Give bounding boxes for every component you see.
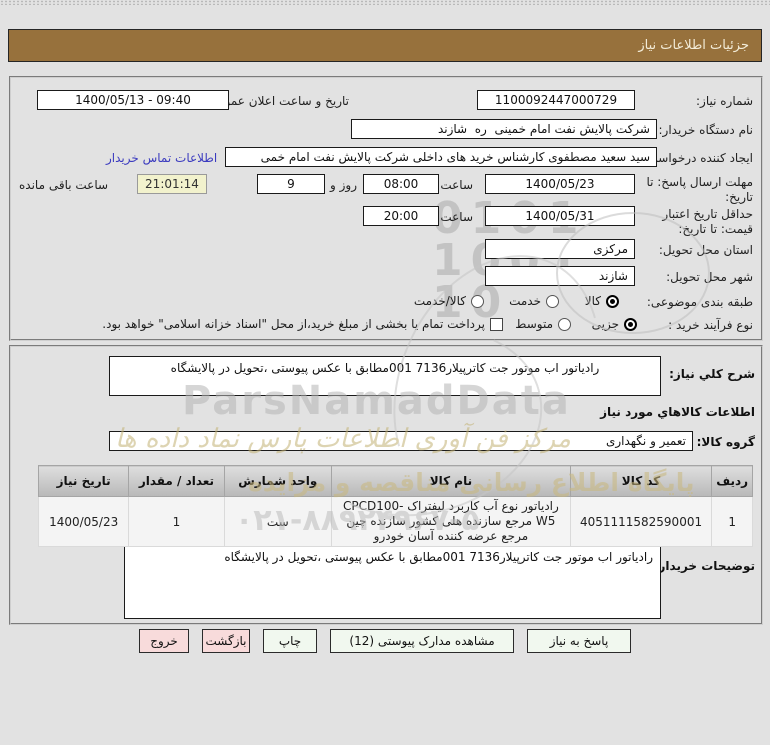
goods-table-header-row: ردیف کد کالا نام کالا واحد شمارش تعداد /… (37, 465, 753, 497)
need-number-input[interactable] (477, 90, 635, 110)
page-title-text: جزئیات اطلاعات نیاز (638, 38, 749, 53)
announce-datetime-input[interactable] (37, 90, 229, 110)
goods-info-heading: اطلاعات کالاهاي مورد نياز (600, 405, 755, 419)
treasury-checkbox-group[interactable]: پرداخت تمام یا بخشی از مبلغ خرید،از محل … (102, 317, 503, 331)
delivery-city-row: شهر محل تحویل: (11, 266, 761, 290)
response-deadline-label: مهلت ارسال پاسخ: تا تاریخ: (646, 175, 753, 204)
need-details-panel: شرح کلي نياز: رادیاتور اب موتور جت کاترپ… (9, 345, 763, 625)
price-validity-row: حداقل تاریخ اعتبار قیمت: تا تاریخ: ساعت (11, 206, 761, 240)
request-creator-row: ایجاد کننده درخواست: اطلاعات تماس خریدار (11, 147, 761, 171)
page-title: جزئیات اطلاعات نیاز (8, 29, 762, 62)
print-button[interactable]: چاپ (263, 629, 317, 653)
validity-date-input[interactable] (485, 206, 635, 226)
treasury-checkbox[interactable] (490, 317, 503, 331)
deadline-hour-label: ساعت (440, 178, 473, 192)
page-top-texture (0, 0, 770, 5)
hours-remaining-label: ساعت باقی مانده (19, 178, 109, 192)
goods-group-label: گروه کالا: (696, 435, 755, 449)
radio-goods-icon[interactable] (606, 294, 619, 308)
subject-classification-row: طبقه بندی موضوعی: کالا خدمت کالا/خدمت (11, 291, 761, 315)
need-number-row: شماره نیاز: تاریخ و ساعت اعلان عمومی: (11, 90, 761, 114)
radio-goods-service-icon[interactable] (471, 294, 484, 308)
days-and-label: روز و (330, 178, 357, 192)
col-goods-code: کد کالا (569, 465, 713, 497)
back-button[interactable]: بازگشت (202, 629, 250, 653)
request-creator-input[interactable] (225, 147, 657, 167)
respond-button[interactable]: پاسخ به نیاز (527, 629, 631, 653)
purchase-process-label: نوع فرآیند خرید : (668, 318, 753, 332)
buyer-org-input[interactable] (351, 119, 657, 139)
buyer-notes-label: توضيحات خريدار: (653, 559, 755, 573)
radio-goods-service-label: کالا/خدمت (413, 294, 466, 308)
cell-quantity: 1 (128, 496, 225, 547)
table-row: 1 4051111582590001 رادیاتور نوع آب کاربر… (37, 496, 753, 547)
col-count-unit: واحد شمارش (223, 465, 333, 497)
cell-need-date: 1400/05/23 (37, 496, 130, 547)
radio-medium-icon[interactable] (558, 317, 571, 331)
radio-service-icon[interactable] (546, 294, 559, 308)
cell-row-number: 1 (711, 496, 753, 547)
need-description-label: شرح کلي نياز: (669, 367, 755, 381)
general-info-panel: شماره نیاز: تاریخ و ساعت اعلان عمومی: نا… (9, 76, 763, 341)
treasury-checkbox-label: پرداخت تمام یا بخشی از مبلغ خرید،از محل … (102, 317, 485, 331)
col-goods-name: نام کالا (331, 465, 571, 497)
delivery-city-input[interactable] (485, 266, 635, 286)
need-description-textarea[interactable]: رادیاتور اب موتور جت کاترپیلار7136 001مط… (109, 356, 661, 396)
deadline-time-input[interactable] (363, 174, 439, 194)
validity-time-input[interactable] (363, 206, 439, 226)
delivery-province-row: استان محل تحویل: (11, 239, 761, 263)
deadline-date-input[interactable] (485, 174, 635, 194)
radio-medium-label: متوسط (515, 317, 553, 331)
request-creator-label: ایجاد کننده درخواست: (642, 151, 753, 165)
col-need-date: تاریخ نیاز (37, 465, 130, 497)
purchase-process-row: نوع فرآیند خرید : جزیی متوسط پرداخت تمام… (11, 314, 761, 338)
radio-goods-service[interactable]: کالا/خدمت (414, 294, 484, 308)
col-quantity: تعداد / مقدار (128, 465, 225, 497)
days-remaining-input[interactable] (257, 174, 325, 194)
buyer-org-row: نام دستگاه خریدار: (11, 119, 761, 143)
response-deadline-row: مهلت ارسال پاسخ: تا تاریخ: ساعت روز و 21… (11, 174, 761, 208)
delivery-province-input[interactable] (485, 239, 635, 259)
price-validity-label: حداقل تاریخ اعتبار قیمت: تا تاریخ: (662, 207, 753, 236)
goods-group-input[interactable] (109, 431, 693, 451)
radio-goods-label: کالا (584, 294, 601, 308)
view-docs-button[interactable]: مشاهده مدارک پیوستی (12) (330, 629, 514, 653)
radio-goods[interactable]: کالا (585, 294, 619, 308)
cell-goods-code: 4051111582590001 (569, 496, 713, 547)
cell-count-unit: ست (223, 496, 333, 547)
radio-service-label: خدمت (509, 294, 541, 308)
validity-hour-label: ساعت (440, 210, 473, 224)
buyer-contact-link[interactable]: اطلاعات تماس خریدار (106, 151, 217, 165)
buyer-org-label: نام دستگاه خریدار: (658, 123, 754, 137)
delivery-province-label: استان محل تحویل: (658, 243, 753, 257)
buyer-notes-textarea[interactable]: رادیاتور اب موتور جت کاترپیلار7136 001مط… (124, 545, 661, 619)
radio-service[interactable]: خدمت (509, 294, 559, 308)
need-details-page: 0101 1001 10 جزئیات اطلاعات نیاز شماره ن… (0, 0, 770, 745)
cell-goods-name: رادیاتور نوع آب کاربرد لیفتراک CPCD100-W… (331, 496, 571, 547)
goods-table: ردیف کد کالا نام کالا واحد شمارش تعداد /… (37, 465, 753, 547)
exit-button[interactable]: خروج (139, 629, 189, 653)
radio-partial-icon[interactable] (624, 317, 637, 331)
col-row-number: ردیف (711, 465, 753, 497)
footer-buttons: پاسخ به نیاز مشاهده مدارک پیوستی (12) چا… (0, 629, 770, 653)
radio-partial-label: جزیی (591, 317, 619, 331)
countdown-timer: 21:01:14 (137, 174, 207, 194)
radio-medium[interactable]: متوسط (515, 317, 571, 331)
radio-partial[interactable]: جزیی (592, 317, 637, 331)
need-number-label: شماره نیاز: (696, 94, 753, 108)
delivery-city-label: شهر محل تحویل: (666, 270, 753, 284)
subject-classification-label: طبقه بندی موضوعی: (646, 295, 753, 309)
